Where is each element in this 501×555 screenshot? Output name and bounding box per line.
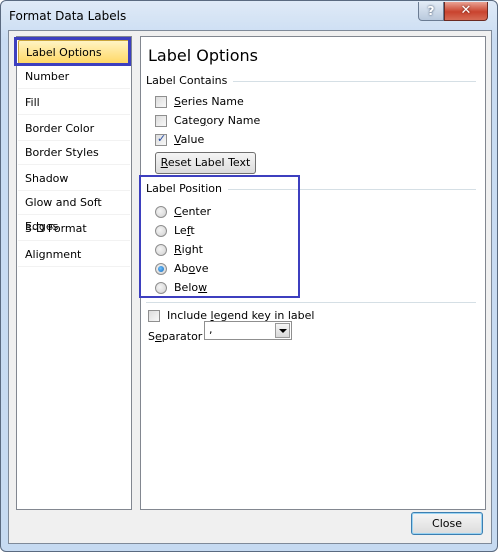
sidebar-item-glow-soft-edges[interactable]: Glow and Soft Edges <box>18 191 130 233</box>
window-title: Format Data Labels <box>9 9 127 23</box>
position-bottom-divider <box>146 302 476 303</box>
sidebar-item-number[interactable]: Number <box>18 65 130 89</box>
page-title: Label Options <box>148 46 258 65</box>
separator-dropdown[interactable]: , <box>204 321 292 340</box>
sidebar-item-alignment[interactable]: Alignment <box>18 243 130 267</box>
value-label[interactable]: Value <box>174 133 204 146</box>
series-name-checkbox[interactable] <box>155 96 167 108</box>
value-checkbox[interactable] <box>155 132 167 146</box>
format-data-labels-dialog: Format Data Labels ? ✕ Label Options Num… <box>0 0 498 552</box>
label-contains-divider <box>221 81 476 82</box>
dialog-client-area: Label Options Number Fill Border Color B… <box>8 30 492 544</box>
sidebar-item-3d-format[interactable]: 3-D Format <box>18 217 130 241</box>
category-name-label[interactable]: Category Name <box>174 114 260 127</box>
series-name-label[interactable]: Series Name <box>174 95 244 108</box>
selected-item-highlight <box>14 37 131 66</box>
close-button[interactable]: Close <box>411 512 483 535</box>
label-position-highlight <box>139 175 300 298</box>
reset-label-text-button[interactable]: Reset Label Text <box>155 152 256 174</box>
include-legend-key-checkbox[interactable] <box>148 310 160 322</box>
help-icon: ? <box>427 4 435 18</box>
label-contains-heading: Label Contains <box>146 74 234 87</box>
category-list: Label Options Number Fill Border Color B… <box>16 36 132 510</box>
separator-value: , <box>209 323 213 336</box>
sidebar-item-border-styles[interactable]: Border Styles <box>18 141 130 165</box>
chevron-down-icon[interactable] <box>275 323 290 338</box>
window-close-button[interactable]: ✕ <box>444 2 488 21</box>
sidebar-item-fill[interactable]: Fill <box>18 91 130 115</box>
help-button[interactable]: ? <box>418 2 444 21</box>
separator-label: Separator <box>148 330 203 343</box>
close-icon: ✕ <box>460 3 472 18</box>
sidebar-item-shadow[interactable]: Shadow <box>18 167 130 191</box>
category-name-checkbox[interactable] <box>155 115 167 127</box>
sidebar-item-border-color[interactable]: Border Color <box>18 117 130 141</box>
